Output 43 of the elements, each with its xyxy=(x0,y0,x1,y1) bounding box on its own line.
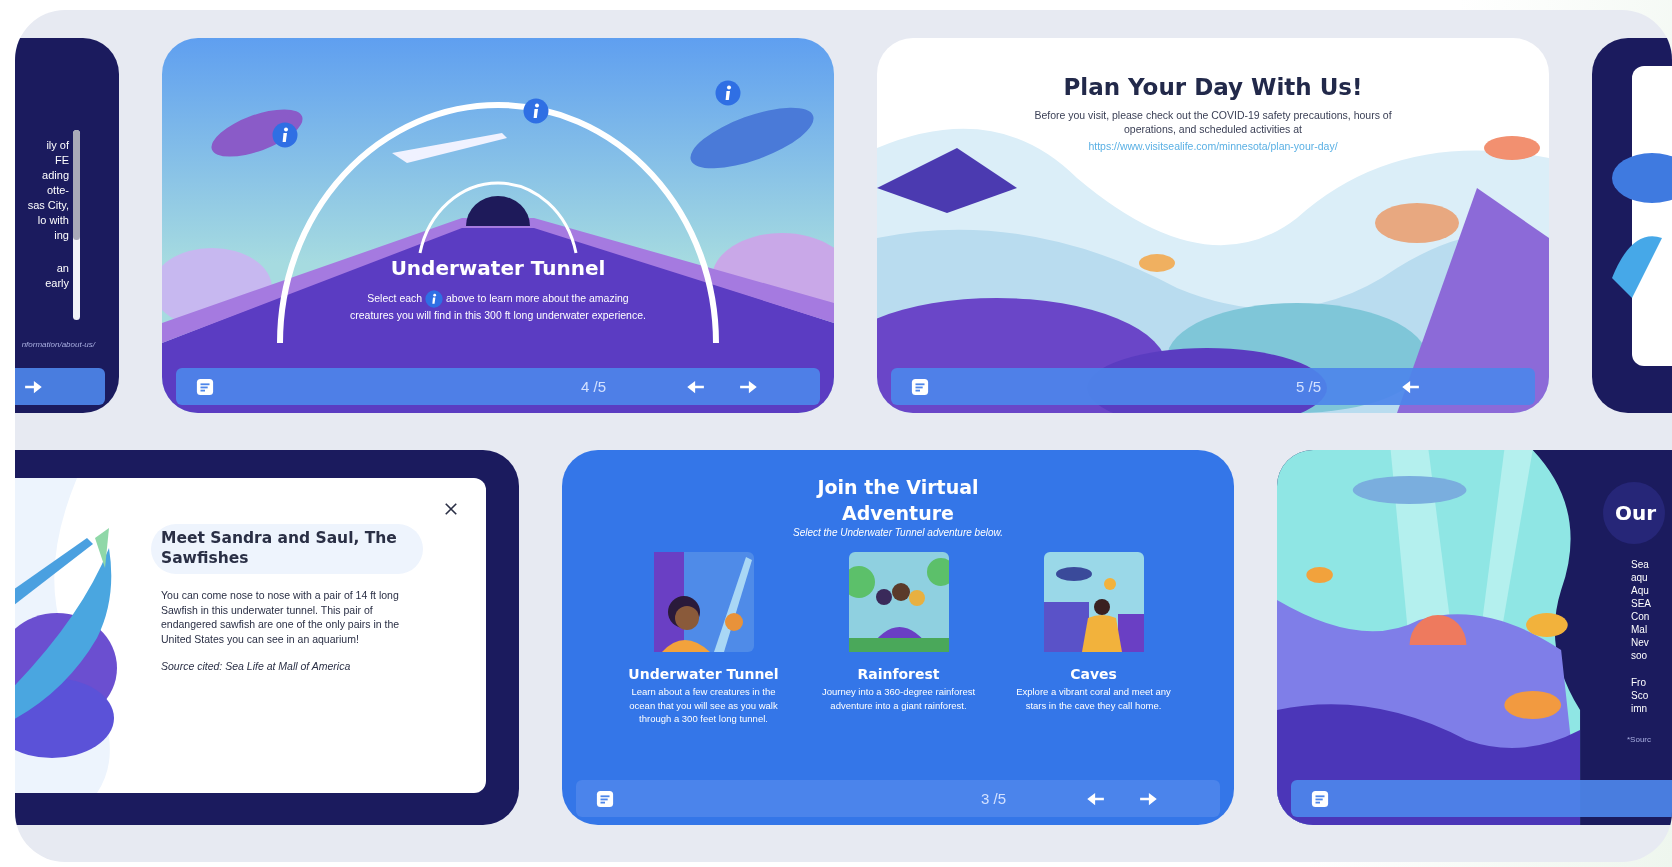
back-arrow-icon[interactable] xyxy=(1401,379,1421,394)
dialog-text: You can come nose to nose with a pair of 14 ft long Sawfish in this underwater tunnel. This pair of endangered sawfish are one of the only pairs in the United States you can see in an aquarium! xyxy=(161,588,401,646)
slide-title: Our xyxy=(1603,482,1665,544)
back-arrow-icon[interactable] xyxy=(1086,791,1106,806)
source-citation: Source cited: Sea Life at Mall of America xyxy=(161,660,352,672)
notes-icon[interactable] xyxy=(596,789,614,808)
option-title[interactable]: Underwater Tunnel xyxy=(628,666,779,682)
next-arrow-icon[interactable] xyxy=(23,379,43,394)
option-description: Learn about a few creatures in the ocean that you will see as you walk through a 300 feet long tunnel. xyxy=(628,685,779,726)
option-title[interactable]: Caves xyxy=(1070,666,1117,682)
notes-icon[interactable] xyxy=(196,377,214,396)
website-link[interactable]: https://www.visitsealife.com/minnesota/plan-your-day/ xyxy=(1088,140,1338,152)
back-arrow-icon[interactable] xyxy=(686,379,706,394)
option-description: Explore a vibrant coral and meet any stars in the cave they call home. xyxy=(1015,685,1172,712)
source-link[interactable]: nformation/about-us/ xyxy=(21,340,95,349)
slide-counter: 4 /5 xyxy=(580,378,606,395)
paragraph: Sea aqu Aqu SEA Con Mal Nev soo xyxy=(1631,558,1652,662)
paragraph: an early xyxy=(44,261,69,291)
option-title[interactable]: Rainforest xyxy=(857,666,940,682)
info-icon[interactable] xyxy=(272,122,298,148)
info-icon[interactable] xyxy=(523,98,549,124)
slide-counter: 5 /5 xyxy=(1295,378,1321,395)
source-note: *Sourc xyxy=(1627,735,1652,744)
info-text: Before you visit, please check out the COVID-19 safety precautions, hours of operations, and scheduled activities at xyxy=(1033,108,1393,136)
subtitle: Select the Underwater Tunnel adventure below. xyxy=(792,527,1004,538)
info-icon[interactable] xyxy=(425,290,444,308)
option-description: Journey into a 360-degree rainforest adventure into a giant rainforest. xyxy=(820,685,977,712)
dialog-title: Meet Sandra and Saul, The Sawfishes xyxy=(151,524,423,574)
next-arrow-icon[interactable] xyxy=(738,379,758,394)
info-icon[interactable] xyxy=(715,80,741,106)
notes-icon[interactable] xyxy=(911,377,929,396)
slide-title: Underwater Tunnel xyxy=(389,256,607,280)
slide-counter: 3 /5 xyxy=(980,790,1006,807)
next-arrow-icon[interactable] xyxy=(1138,791,1158,806)
paragraph: Fro Sco imn xyxy=(1631,676,1650,715)
paragraph: ily of FE ading otte- sas City, lo with ing xyxy=(26,138,69,243)
scrollbar[interactable] xyxy=(73,130,80,320)
slide-title: Join the Virtual Adventure xyxy=(815,475,980,526)
slide-title: Plan Your Day With Us! xyxy=(1062,74,1364,100)
instruction-text: Select each above to learn more about the amazing creatures you will find in this 300 ft long underwater experience. xyxy=(349,290,647,322)
close-icon[interactable] xyxy=(444,502,458,516)
tunnel-entrance-drawing xyxy=(466,196,530,226)
notes-icon[interactable] xyxy=(1311,789,1329,808)
